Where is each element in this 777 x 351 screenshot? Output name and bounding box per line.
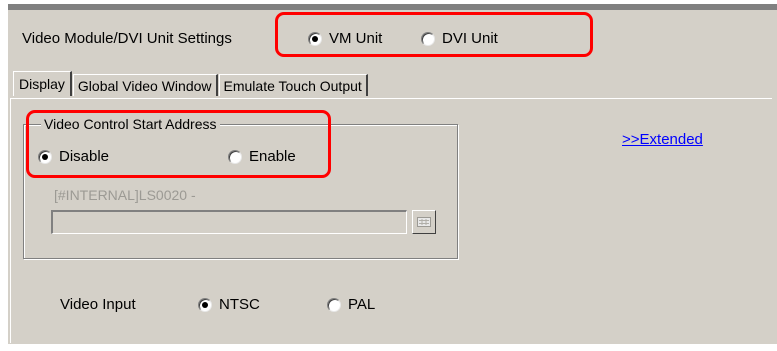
keypad-icon xyxy=(417,217,431,227)
video-input-label: Video Input xyxy=(60,296,136,313)
address-device-label: [#INTERNAL]LS0020 - xyxy=(54,187,196,203)
tab-global-video-window[interactable]: Global Video Window xyxy=(72,74,218,96)
unit-highlight-box xyxy=(275,12,593,57)
pal-label: PAL xyxy=(348,296,376,313)
radio-checked-icon xyxy=(198,297,212,312)
unit-settings-label: Video Module/DVI Unit Settings xyxy=(22,30,232,47)
settings-window: Video Module/DVI Unit Settings VM Unit D… xyxy=(8,4,777,344)
ntsc-label: NTSC xyxy=(219,296,260,313)
ntsc-radio[interactable]: NTSC xyxy=(198,296,260,313)
tab-bar: Display Global Video Window Emulate Touc… xyxy=(13,70,369,96)
tab-display[interactable]: Display xyxy=(13,71,72,96)
keypad-button[interactable] xyxy=(412,210,436,234)
pal-radio[interactable]: PAL xyxy=(327,296,375,313)
radio-unchecked-icon xyxy=(327,297,341,312)
title-bar-strip xyxy=(8,4,777,10)
video-control-highlight-box xyxy=(26,110,331,178)
extended-link[interactable]: >>Extended xyxy=(622,131,703,148)
tab-emulate-touch-output[interactable]: Emulate Touch Output xyxy=(218,74,368,96)
start-address-input[interactable] xyxy=(51,210,407,234)
